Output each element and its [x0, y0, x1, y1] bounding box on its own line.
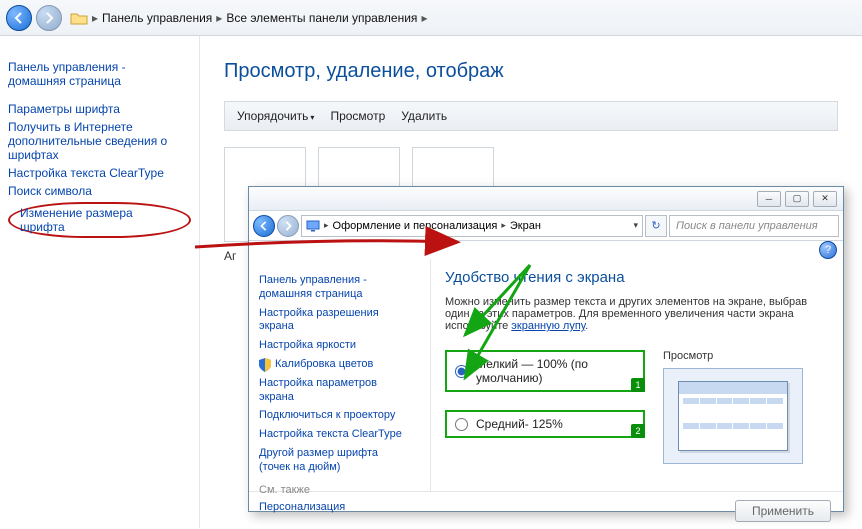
outer-address-bar: ▸ Панель управления ▸ Все элементы панел… — [0, 0, 862, 36]
scale-125-option[interactable]: Средний- 125% 2 — [445, 410, 645, 438]
cp-home-link[interactable]: Панель управления - домашняя страница — [259, 274, 420, 302]
scale-100-radio[interactable] — [455, 365, 468, 378]
chevron-right-icon: ▸ — [501, 220, 506, 231]
color-calibration-link[interactable]: Калибровка цветов — [259, 358, 420, 372]
breadcrumb-item[interactable]: Все элементы панели управления — [226, 11, 417, 25]
sub-address-bar: ▸ Оформление и персонализация ▸ Экран ▾ … — [249, 211, 843, 241]
scale-125-radio[interactable] — [455, 418, 468, 431]
help-icon[interactable]: ? — [819, 241, 837, 259]
refresh-button[interactable]: ↻ — [645, 215, 667, 237]
scale-100-option[interactable]: Мелкий — 100% (по умолчанию) 1 — [445, 350, 645, 392]
sub-nav-pane: Панель управления - домашняя страница На… — [249, 259, 431, 491]
custom-dpi-link[interactable]: Другой размер шрифта (точек на дюйм) — [259, 447, 420, 475]
annotation-badge: 2 — [631, 424, 645, 438]
search-input[interactable]: Поиск в панели управления — [669, 215, 839, 237]
chevron-right-icon: ▸ — [216, 11, 222, 25]
sub-content: Удобство чтения с экрана Можно изменить … — [431, 259, 843, 491]
address-box[interactable]: ▸ Оформление и персонализация ▸ Экран ▾ — [301, 215, 643, 237]
display-params-link[interactable]: Настройка параметров экрана — [259, 377, 420, 405]
shield-icon — [259, 358, 271, 372]
display-window: ─ ▢ ✕ ▸ Оформление и персонализация ▸ Эк… — [248, 186, 844, 512]
window-titlebar[interactable]: ─ ▢ ✕ — [249, 187, 843, 211]
chevron-right-icon: ▸ — [324, 220, 329, 231]
close-button[interactable]: ✕ — [813, 191, 837, 207]
chevron-right-icon: ▸ — [92, 11, 98, 25]
personalization-link[interactable]: Персонализация — [259, 501, 420, 515]
view-button[interactable]: Просмотр — [330, 109, 385, 123]
outer-nav-pane: Панель управления - домашняя страница Па… — [0, 36, 200, 528]
font-settings-link[interactable]: Параметры шрифта — [8, 102, 191, 116]
charmap-link[interactable]: Поиск символа — [8, 184, 191, 198]
command-bar: Упорядочить▾ Просмотр Удалить — [224, 101, 838, 131]
resolution-link[interactable]: Настройка разрешения экрана — [259, 307, 420, 335]
annotation-badge: 1 — [631, 378, 645, 392]
chevron-right-icon: ▸ — [421, 11, 427, 25]
forward-button[interactable] — [36, 5, 62, 31]
folder-icon — [70, 11, 88, 25]
apply-button[interactable]: Применить — [735, 500, 831, 522]
change-font-size-link[interactable]: Изменение размера шрифта — [8, 202, 191, 238]
content-description: Можно изменить размер текста и других эл… — [445, 296, 829, 332]
content-heading: Удобство чтения с экрана — [445, 269, 829, 286]
maximize-button[interactable]: ▢ — [785, 191, 809, 207]
back-button[interactable] — [6, 5, 32, 31]
preview-label: Просмотр — [663, 350, 803, 362]
brightness-link[interactable]: Настройка яркости — [259, 339, 420, 353]
breadcrumb-item[interactable]: Оформление и персонализация — [333, 220, 498, 232]
minimize-button[interactable]: ─ — [757, 191, 781, 207]
arrange-button[interactable]: Упорядочить▾ — [237, 109, 314, 123]
preview-illustration — [663, 368, 803, 464]
chevron-down-icon: ▾ — [310, 113, 314, 122]
magnifier-link[interactable]: экранную лупу — [511, 320, 585, 332]
delete-button[interactable]: Удалить — [401, 109, 447, 123]
page-title: Просмотр, удаление, отображ — [224, 60, 838, 83]
see-also-header: См. также — [259, 484, 420, 496]
projector-link[interactable]: Подключиться к проектору — [259, 409, 420, 423]
fonts-online-link[interactable]: Получить в Интернете дополнительные свед… — [8, 120, 191, 162]
cleartype-link[interactable]: Настройка текста ClearType — [259, 428, 420, 442]
breadcrumb-item[interactable]: Панель управления — [102, 11, 212, 25]
forward-button[interactable] — [277, 215, 299, 237]
cleartype-link[interactable]: Настройка текста ClearType — [8, 166, 191, 180]
cp-home-link[interactable]: Панель управления - домашняя страница — [8, 60, 191, 88]
breadcrumb-item[interactable]: Экран — [510, 220, 541, 232]
monitor-icon — [306, 220, 320, 232]
back-button[interactable] — [253, 215, 275, 237]
chevron-down-icon[interactable]: ▾ — [633, 220, 638, 231]
